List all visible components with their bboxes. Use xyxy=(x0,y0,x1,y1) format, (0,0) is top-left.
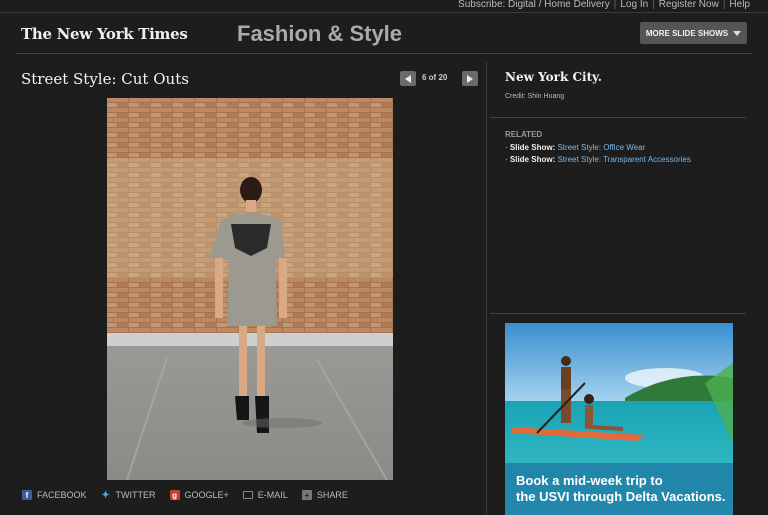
more-slideshows-button[interactable]: MORE SLIDE SHOWS xyxy=(640,22,747,44)
share-facebook[interactable]: f FACEBOOK xyxy=(22,490,87,500)
share-more-label: SHARE xyxy=(316,490,348,500)
next-slide-button[interactable] xyxy=(462,71,478,86)
share-twitter-label: TWITTER xyxy=(115,490,156,500)
slide-counter: 6 of 20 xyxy=(422,73,448,82)
related-item: · Slide Show: Street Style: Office Wear xyxy=(505,143,646,152)
related-list: · Slide Show: Street Style: Office Wear … xyxy=(505,142,691,166)
facebook-icon: f xyxy=(22,490,32,500)
sidebar-divider xyxy=(490,117,746,118)
register-link[interactable]: Register Now xyxy=(655,0,723,10)
related-prefix: Slide Show: xyxy=(509,155,556,164)
more-slideshows-label: MORE SLIDE SHOWS xyxy=(645,28,729,38)
top-bar: Subscribe: Digital / Home Delivery | Log … xyxy=(0,0,768,12)
nyt-logo[interactable]: The New York Times xyxy=(21,25,188,43)
share-facebook-label: FACEBOOK xyxy=(37,490,87,500)
subscribe-link[interactable]: Subscribe: Digital / Home Delivery xyxy=(454,0,614,10)
masthead-divider xyxy=(0,12,768,13)
header-divider xyxy=(16,53,752,54)
related-item: · Slide Show: Street Style: Transparent … xyxy=(505,155,691,164)
help-link[interactable]: Help xyxy=(725,0,754,10)
arrow-right-icon xyxy=(467,74,473,83)
ad-headline: Book a mid-week trip to the USVI through… xyxy=(516,473,725,505)
share-bar: f FACEBOOK ✦ TWITTER g GOOGLE+ E-MAIL + … xyxy=(22,489,348,501)
related-prefix: Slide Show: xyxy=(509,143,556,152)
share-googleplus[interactable]: g GOOGLE+ xyxy=(169,490,229,500)
photo-credit: Credit: Shin Huang xyxy=(505,93,565,100)
section-title[interactable]: Fashion & Style xyxy=(237,21,402,47)
related-link-transparent-accessories[interactable]: Street Style: Transparent Accessories xyxy=(557,155,690,164)
plus-icon: + xyxy=(301,490,312,500)
account-links: Subscribe: Digital / Home Delivery | Log … xyxy=(454,0,754,10)
share-twitter[interactable]: ✦ TWITTER xyxy=(101,489,156,501)
delta-vacations-ad[interactable]: Book a mid-week trip to the USVI through… xyxy=(505,323,733,515)
twitter-icon: ✦ xyxy=(101,489,110,501)
login-link[interactable]: Log In xyxy=(616,0,652,10)
sidebar-divider xyxy=(490,313,746,314)
arrow-left-icon xyxy=(405,74,411,83)
caption-title: New York City. xyxy=(505,70,602,84)
share-email[interactable]: E-MAIL xyxy=(242,490,288,500)
google-plus-icon: g xyxy=(169,490,180,500)
share-email-label: E-MAIL xyxy=(257,490,288,500)
slide-photo xyxy=(107,98,393,480)
share-more[interactable]: + SHARE xyxy=(301,490,348,500)
share-googleplus-label: GOOGLE+ xyxy=(184,490,229,500)
envelope-icon xyxy=(242,491,253,499)
ad-line-1: Book a mid-week trip to xyxy=(516,473,663,488)
related-heading: RELATED xyxy=(505,130,543,139)
related-link-office-wear[interactable]: Street Style: Office Wear xyxy=(557,143,645,152)
ad-line-2: the USVI through Delta Vacations. xyxy=(516,489,726,504)
street-style-photo xyxy=(107,98,393,480)
previous-slide-button[interactable] xyxy=(400,71,416,86)
slideshow-title: Street Style: Cut Outs xyxy=(21,70,189,88)
column-divider xyxy=(486,62,487,515)
chevron-down-icon xyxy=(733,30,742,36)
